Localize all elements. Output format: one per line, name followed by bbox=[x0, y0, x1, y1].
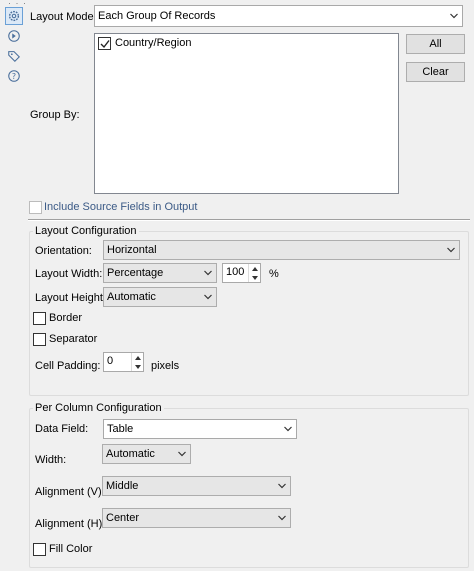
panel-grip: · · · bbox=[8, 0, 27, 8]
layout-width-label: Layout Width: bbox=[35, 268, 103, 280]
layout-configuration-title: Layout Configuration bbox=[33, 225, 139, 237]
alignment-v-select[interactable]: Middle bbox=[102, 476, 291, 496]
tag-icon[interactable] bbox=[6, 48, 22, 64]
check-icon bbox=[100, 40, 110, 49]
alignment-h-label: Alignment (H): bbox=[35, 518, 106, 530]
layout-height-select[interactable]: Automatic bbox=[103, 287, 217, 307]
country-region-checkbox[interactable] bbox=[98, 37, 111, 50]
data-field-value: Table bbox=[107, 423, 134, 435]
chevron-down-icon bbox=[278, 515, 286, 521]
cell-padding-label: Cell Padding: bbox=[35, 360, 101, 372]
alignment-h-select[interactable]: Center bbox=[102, 508, 291, 528]
layout-mode-value: Each Group Of Records bbox=[98, 10, 216, 22]
border-label: Border bbox=[49, 312, 83, 324]
orientation-label: Orientation: bbox=[35, 245, 92, 257]
layout-width-amount: 100 bbox=[226, 266, 245, 278]
data-field-select[interactable]: Table bbox=[103, 419, 297, 439]
group-by-label: Group By: bbox=[30, 109, 80, 121]
all-button[interactable]: All bbox=[406, 34, 465, 54]
chevron-up-icon[interactable] bbox=[132, 353, 143, 362]
layout-width-amount-stepper[interactable]: 100 bbox=[222, 263, 261, 283]
clear-button[interactable]: Clear bbox=[406, 62, 465, 82]
layout-width-value: Percentage bbox=[107, 267, 164, 279]
fill-color-label: Fill Color bbox=[49, 543, 93, 555]
border-checkbox[interactable] bbox=[33, 312, 46, 325]
chevron-down-icon bbox=[278, 483, 286, 489]
include-source-label: Include Source Fields in Output bbox=[44, 201, 198, 213]
chevron-down-icon bbox=[284, 426, 292, 432]
layout-height-value: Automatic bbox=[107, 291, 156, 303]
layout-mode-select[interactable]: Each Group Of Records bbox=[94, 5, 463, 27]
svg-text:?: ? bbox=[12, 72, 16, 81]
chevron-down-icon[interactable] bbox=[249, 273, 260, 282]
help-icon[interactable]: ? bbox=[6, 68, 22, 84]
chevron-up-icon[interactable] bbox=[249, 264, 260, 273]
chevron-down-icon bbox=[450, 13, 458, 19]
cell-padding-unit: pixels bbox=[151, 360, 180, 372]
stepper-arrows[interactable] bbox=[131, 353, 143, 371]
layout-width-unit: % bbox=[269, 268, 279, 280]
alignment-h-value: Center bbox=[106, 512, 140, 524]
separator-checkbox[interactable] bbox=[33, 333, 46, 346]
gear-icon[interactable] bbox=[5, 7, 23, 25]
include-source-checkbox[interactable] bbox=[29, 201, 42, 214]
chevron-down-icon bbox=[204, 270, 212, 276]
per-column-configuration-title: Per Column Configuration bbox=[33, 402, 164, 414]
layout-height-label: Layout Height: bbox=[35, 292, 106, 304]
width-select[interactable]: Automatic bbox=[102, 444, 191, 464]
orientation-select[interactable]: Horizontal bbox=[103, 240, 460, 260]
group-by-list[interactable]: Country/Region bbox=[94, 33, 399, 194]
divider-highlight bbox=[28, 220, 470, 221]
separator-label: Separator bbox=[49, 333, 98, 345]
data-field-label: Data Field: bbox=[35, 423, 89, 435]
country-region-label: Country/Region bbox=[115, 37, 192, 49]
cursor-icon[interactable] bbox=[6, 28, 22, 44]
chevron-down-icon bbox=[178, 451, 186, 457]
chevron-down-icon bbox=[204, 294, 212, 300]
orientation-value: Horizontal bbox=[107, 244, 157, 256]
cell-padding-value: 0 bbox=[107, 355, 114, 367]
list-item[interactable]: Country/Region bbox=[98, 37, 298, 51]
stepper-arrows[interactable] bbox=[248, 264, 260, 282]
alignment-v-label: Alignment (V): bbox=[35, 486, 105, 498]
chevron-down-icon bbox=[447, 247, 455, 253]
chevron-down-icon[interactable] bbox=[132, 362, 143, 371]
alignment-v-value: Middle bbox=[106, 480, 139, 492]
layout-width-select[interactable]: Percentage bbox=[103, 263, 217, 283]
cell-padding-stepper[interactable]: 0 bbox=[103, 352, 144, 372]
fill-color-checkbox[interactable] bbox=[33, 543, 46, 556]
layout-mode-label: Layout Mode: bbox=[30, 11, 97, 23]
width-value: Automatic bbox=[106, 448, 155, 460]
width-label: Width: bbox=[35, 454, 67, 466]
